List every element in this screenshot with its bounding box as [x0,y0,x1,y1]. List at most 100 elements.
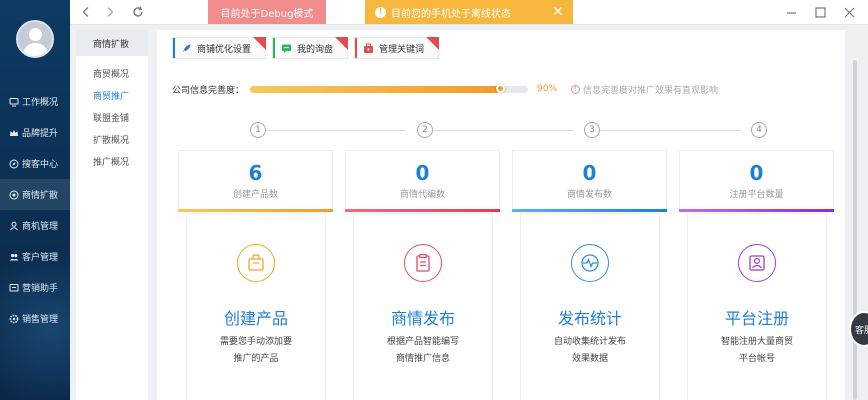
customer-service-button[interactable]: 客服 [849,311,868,347]
feature-card-publish-info[interactable]: 商情发布 根据产品智能编写 商情推广信息 [353,213,493,400]
user-icon [9,221,19,231]
top-bar: 目前处于Debug模式 ! 目前您的手机处于离线状态 [70,0,868,25]
feature-desc-line: 自动收集统计发布 [553,337,626,347]
sidebar-item-work-overview[interactable]: 工作概况 [0,86,70,117]
feature-desc-line: 效果数据 [571,354,608,364]
gear-icon [9,314,19,324]
completion-tip-text: 信息完善度对推广效果有直观影响 [583,85,719,96]
shop-optimization-link[interactable]: 商铺优化设置 [172,37,267,59]
feature-desc-line: 平台帐号 [738,354,775,364]
stat-label: 商情代编数 [399,190,445,200]
feature-card-create-product[interactable]: 创建产品 需要您手动添加要 推广的产品 [186,213,326,400]
feature-title: 商情发布 [390,309,455,328]
timeline-connector [434,130,574,131]
my-inquiries-link[interactable]: 我的询盘 [272,37,349,59]
offline-notice: ! 目前您的手机处于离线状态 [365,0,573,24]
feature-desc-line: 推广的产品 [233,354,279,364]
completion-percent: 90% [537,84,558,94]
chevron-right-icon [107,7,114,17]
submenu-item-spread-overview[interactable]: 扩散概况 [76,128,148,150]
accent-bar [355,38,358,58]
sidebar-item-search-center[interactable]: 搜客中心 [0,148,70,179]
timeline-connector [266,130,406,131]
close-offline-notice-button[interactable] [551,4,565,18]
vertical-scrollbar[interactable] [853,60,857,400]
close-window-button[interactable] [842,4,856,20]
crown-icon [9,128,19,138]
step-number: 3 [584,122,600,138]
refresh-icon [133,6,143,17]
feature-card-platform-register[interactable]: 平台注册 智能注册大量商贸 平台帐号 [687,213,827,400]
hot-tag-icon [335,37,349,50]
manage-keywords-link[interactable]: 管理关键词 [354,37,440,59]
maximize-button[interactable] [813,4,827,20]
stat-underline [178,209,333,212]
completion-progress-fill [250,85,501,93]
feature-title: 平台注册 [724,309,789,328]
stat-value: 0 [749,161,764,185]
warning-icon: ! [375,6,386,18]
close-icon [844,7,854,17]
submenu-item-alliance-shop[interactable]: 联盟金铺 [76,106,148,128]
stat-card-published[interactable]: 0 商情发布数 [512,150,667,212]
feature-desc-line: 智能注册大量商贸 [720,337,793,347]
back-button[interactable] [78,4,94,20]
feature-card-publish-stats[interactable]: 发布统计 自动收集统计发布 效果数据 [520,213,660,400]
stat-value: 6 [248,161,263,185]
sidebar-item-customers[interactable]: 客户管理 [0,241,70,272]
avatar-body [23,43,48,56]
feature-description: 自动收集统计发布 效果数据 [521,334,659,368]
users-icon [9,252,19,262]
stat-label: 创建产品数 [232,190,278,200]
sidebar-menu: 工作概况 品牌提升 搜客中心 商情扩散 商机管理 客户管理 营销助手 销售管理 [0,86,70,334]
sidebar-item-label: 销售管理 [22,315,59,325]
stat-card-platforms[interactable]: 0 注册平台数量 [679,150,834,212]
chat-icon [281,43,292,54]
main-sidebar: 工作概况 品牌提升 搜客中心 商情扩散 商机管理 客户管理 营销助手 销售管理 [0,0,70,400]
stat-underline [679,209,834,212]
stat-card-drafts[interactable]: 0 商情代编数 [345,150,500,212]
megaphone-icon [9,283,19,293]
feature-description: 需要您手动添加要 推广的产品 [187,334,325,368]
feature-desc-line: 根据产品智能编写 [386,337,459,347]
accent-bar [173,38,175,58]
minimize-button[interactable] [784,4,798,20]
sidebar-item-brand[interactable]: 品牌提升 [0,117,70,148]
submenu-item-promotion-overview[interactable]: 推广概况 [76,150,148,172]
stat-label: 商情发布数 [566,190,612,200]
hot-tag-icon [253,37,267,50]
accent-bar [273,38,276,58]
stat-card-products[interactable]: 6 创建产品数 [178,150,333,212]
briefcase-icon [363,43,374,54]
compass-icon [9,159,19,169]
offline-notice-text: 目前您的手机处于离线状态 [391,8,511,20]
avatar[interactable] [16,20,54,58]
quick-link-label: 商铺优化设置 [197,44,252,55]
main-panel: 商铺优化设置 我的询盘 管理关键词 公司信息完善度： 90% ! 信息完善度对推… [157,30,845,400]
forward-button[interactable] [102,4,118,20]
refresh-button[interactable] [130,4,146,20]
sidebar-item-label: 客户管理 [22,253,59,263]
pulse-icon [571,244,609,282]
sidebar-item-business-spread[interactable]: 商情扩散 [0,179,70,210]
stat-value: 0 [415,161,430,185]
sidebar-item-sales[interactable]: 销售管理 [0,303,70,334]
sidebar-item-label: 工作概况 [22,98,59,108]
submenu-item-trade-overview[interactable]: 商贸概况 [76,62,148,84]
info-completion-row: 公司信息完善度： 90% ! 信息完善度对推广效果有直观影响 [172,82,832,96]
step-number: 1 [250,122,266,138]
timeline-connector [601,130,741,131]
feature-desc-line: 需要您手动添加要 [219,337,292,347]
submenu-item-trade-promotion[interactable]: 商贸推广 [76,84,148,106]
hot-tag-icon [426,37,440,50]
chevron-left-icon [82,7,89,17]
id-card-icon [738,244,776,282]
sidebar-item-marketing[interactable]: 营销助手 [0,272,70,303]
sidebar-item-opportunity[interactable]: 商机管理 [0,210,70,241]
feature-desc-line: 商情推广信息 [395,354,450,364]
sidebar-item-label: 搜客中心 [22,160,59,170]
info-icon: ! [571,84,581,94]
stat-label: 注册平台数量 [729,190,784,200]
stat-value: 0 [582,161,597,185]
step-number: 4 [751,122,767,138]
